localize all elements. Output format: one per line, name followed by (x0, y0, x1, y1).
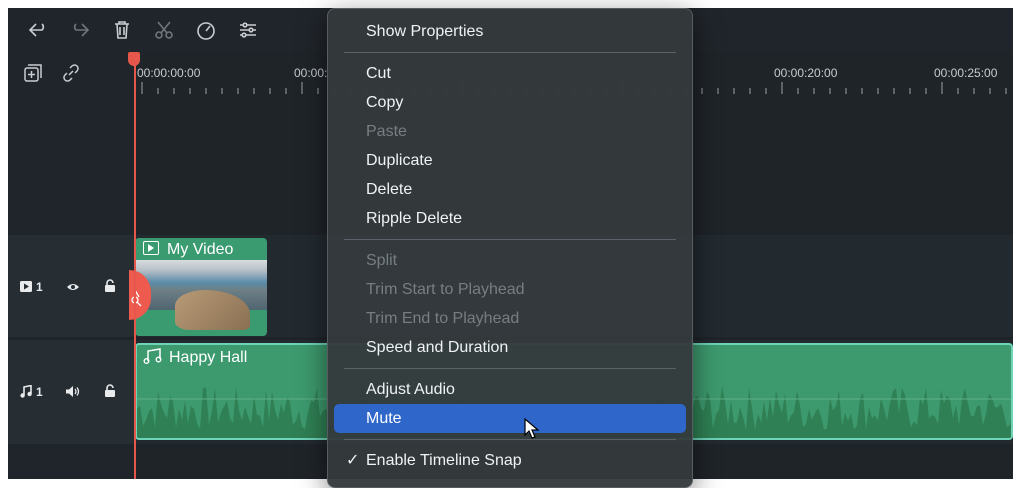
menu-item-adjust-audio[interactable]: Adjust Audio (334, 375, 686, 404)
menu-item-label: Trim End to Playhead (366, 310, 520, 327)
menu-item-duplicate[interactable]: Duplicate (334, 146, 686, 175)
menu-item-label: Trim Start to Playhead (366, 281, 525, 298)
cut-icon[interactable] (152, 18, 176, 42)
menu-separator (344, 439, 676, 440)
menu-item-label: Delete (366, 181, 413, 198)
ruler-label: 00:00:20:00 (774, 66, 838, 80)
speed-icon[interactable] (194, 18, 218, 42)
audio-clip-name: Happy Hall (169, 349, 248, 366)
audio-track-header: 1 (8, 340, 134, 444)
menu-item-enable-timeline-snap[interactable]: ✓ Enable Timeline Snap (334, 446, 686, 475)
ruler-label: 00:00:00:00 (137, 66, 201, 80)
menu-item-cut[interactable]: Cut (334, 59, 686, 88)
menu-item-split: Split (334, 246, 686, 275)
menu-item-label: Split (366, 252, 398, 269)
video-track-icon (20, 281, 32, 292)
delete-icon[interactable] (110, 18, 134, 42)
menu-item-mute[interactable]: Mute (334, 404, 686, 433)
track-header-controls (8, 52, 134, 98)
menu-item-label: Ripple Delete (366, 210, 463, 227)
thumbnail-rock (175, 290, 250, 330)
mouse-pointer-icon (524, 418, 540, 439)
link-icon[interactable] (60, 62, 82, 84)
audio-clip-title: Happy Hall (143, 348, 247, 367)
ruler-label: 00:00:25:00 (934, 66, 998, 80)
playhead-handle[interactable] (128, 52, 140, 66)
menu-item-label: Speed and Duration (366, 339, 509, 356)
video-track-number: 1 (36, 280, 43, 294)
video-clip-title: My Video (143, 241, 233, 259)
menu-item-copy[interactable]: Copy (334, 88, 686, 117)
ruler-label: 00:00: (294, 66, 328, 80)
lock-icon[interactable] (104, 279, 116, 293)
menu-item-paste: Paste (334, 117, 686, 146)
video-clip[interactable]: My Video (135, 238, 267, 336)
menu-item-label: Paste (366, 123, 407, 140)
menu-item-label: Mute (366, 410, 402, 427)
track-header-filler (8, 444, 134, 479)
music-note-icon (20, 385, 32, 398)
menu-separator (344, 52, 676, 53)
lock-icon[interactable] (104, 384, 116, 398)
menu-item-label: Duplicate (366, 152, 433, 169)
undo-icon[interactable] (26, 18, 50, 42)
video-track-header: 1 (8, 235, 134, 337)
menu-item-show-properties[interactable]: Show Properties (334, 17, 686, 46)
empty-track-header (8, 98, 134, 235)
adjust-icon[interactable] (236, 18, 260, 42)
menu-item-ripple-delete[interactable]: Ripple Delete (334, 204, 686, 233)
scissors-icon (131, 289, 142, 307)
menu-item-label: Adjust Audio (366, 381, 455, 398)
video-thumbnail (135, 260, 267, 330)
menu-item-delete[interactable]: Delete (334, 175, 686, 204)
menu-item-trim-end: Trim End to Playhead (334, 304, 686, 333)
menu-item-label: Enable Timeline Snap (366, 452, 522, 469)
video-clip-name: My Video (167, 241, 234, 258)
menu-separator (344, 368, 676, 369)
checkmark-icon: ✓ (346, 452, 360, 469)
audio-track-number: 1 (36, 385, 43, 399)
add-track-icon[interactable] (22, 62, 44, 84)
menu-separator (344, 239, 676, 240)
playhead[interactable] (134, 52, 136, 479)
audio-clip-icon (143, 348, 162, 364)
menu-item-trim-start: Trim Start to Playhead (334, 275, 686, 304)
split-handle[interactable] (129, 270, 151, 320)
menu-item-label: Copy (366, 94, 404, 111)
play-icon (143, 241, 159, 255)
context-menu: Show Properties Cut Copy Paste Duplicate… (327, 8, 693, 488)
speaker-icon[interactable] (65, 385, 81, 398)
menu-item-label: Cut (366, 65, 391, 82)
menu-item-label: Show Properties (366, 23, 484, 40)
menu-item-speed-duration[interactable]: Speed and Duration (334, 333, 686, 362)
eye-icon[interactable] (66, 282, 80, 292)
redo-icon[interactable] (68, 18, 92, 42)
